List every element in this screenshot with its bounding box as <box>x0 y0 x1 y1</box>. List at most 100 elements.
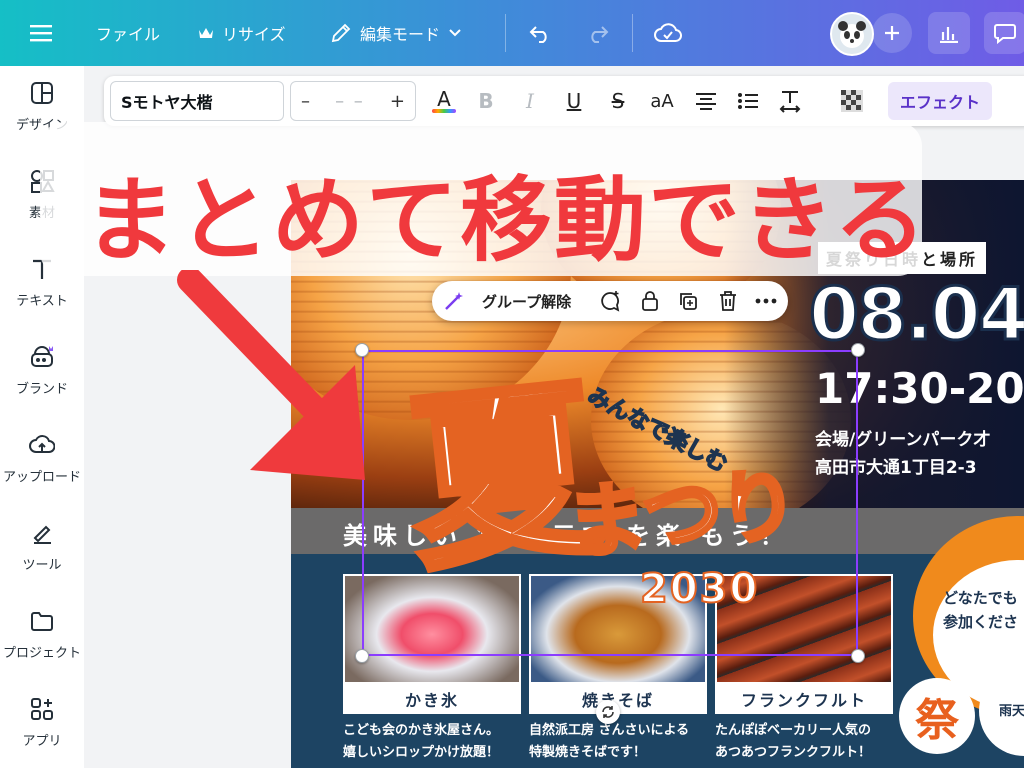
event-date: 08.04 <box>808 271 1024 358</box>
delete-button[interactable] <box>716 289 740 313</box>
description-line: あつあつフランクフルト！ <box>715 745 872 760</box>
increase-size-button[interactable]: + <box>390 91 405 112</box>
sidebar-item-label: ツール <box>22 557 62 573</box>
redo-button[interactable] <box>586 0 610 66</box>
bar-chart-icon <box>940 27 958 43</box>
rain-notice-text: 雨天 <box>999 704 1024 719</box>
resize-handle-bottom-right[interactable] <box>851 649 865 663</box>
crown-icon <box>199 28 213 38</box>
more-options-button[interactable] <box>754 289 778 313</box>
spacing-button[interactable] <box>772 76 808 126</box>
strikethrough-button[interactable]: S <box>600 76 636 126</box>
sidebar-item-projects[interactable]: プロジェクト <box>0 594 84 674</box>
sidebar-item-tools[interactable]: ツール <box>0 506 84 586</box>
invite-line: どなたでも <box>943 589 1018 607</box>
color-bar <box>432 109 456 113</box>
text-color-icon: A <box>437 87 451 111</box>
add-collaborator-button[interactable] <box>872 13 912 53</box>
sidebar-item-label: アプリ <box>22 733 62 749</box>
matsuri-seal: 祭 <box>899 678 975 754</box>
edit-mode-dropdown[interactable]: 編集モード <box>330 0 462 66</box>
description-line: 嬉しいシロップかけ放題！ <box>343 745 500 760</box>
group-selection-box[interactable] <box>362 350 858 656</box>
upload-icon <box>29 434 55 453</box>
more-dots-icon <box>755 298 777 304</box>
cloud-save-button[interactable] <box>654 0 682 66</box>
menu-button[interactable] <box>30 0 52 66</box>
font-size-value[interactable]: – – <box>335 91 365 112</box>
ungroup-button[interactable]: グループ解除 <box>482 281 571 321</box>
food-name: フランクフルト <box>715 684 893 714</box>
transparency-button[interactable] <box>834 76 870 126</box>
tools-icon <box>33 525 51 544</box>
font-family-select[interactable]: Sモトヤ大楷 <box>110 81 284 121</box>
decrease-size-button[interactable]: – <box>301 91 310 112</box>
letter-case-button[interactable]: aA <box>644 76 680 126</box>
analytics-button[interactable] <box>928 12 970 54</box>
panda-avatar-icon <box>838 21 866 48</box>
food-description: たんぽぽベーカリー人気の あつあつフランクフルト！ <box>715 720 893 764</box>
food-description: 自然派工房 さんさいによる 特製焼きそばです！ <box>529 720 707 764</box>
sidebar-item-label: テキスト <box>16 293 68 309</box>
food-name: かき氷 <box>343 684 521 714</box>
lock-button[interactable] <box>638 289 662 313</box>
file-menu-label: ファイル <box>96 25 161 44</box>
underline-button[interactable]: U <box>556 76 592 126</box>
plus-icon <box>885 26 899 40</box>
pencil-icon <box>331 23 351 43</box>
text-toolbar: Sモトヤ大楷 – – – + A B I U S aA エフェクト <box>104 76 1024 126</box>
comments-button[interactable] <box>984 12 1024 54</box>
bold-button[interactable]: B <box>468 76 504 126</box>
sidebar-item-apps[interactable]: アプリ <box>0 682 84 762</box>
hamburger-icon <box>30 25 52 42</box>
sidebar-item-upload[interactable]: アップロード <box>0 418 84 498</box>
bullet-list-icon <box>738 93 758 109</box>
annotation-arrow-icon <box>177 270 365 480</box>
undo-button[interactable] <box>528 0 552 66</box>
description-line: こども会のかき氷屋さん。 <box>343 723 500 738</box>
file-menu[interactable]: ファイル <box>96 0 160 66</box>
invite-line: 参加くださ <box>943 613 1019 631</box>
apps-icon <box>31 697 53 720</box>
align-center-icon <box>696 93 716 110</box>
effects-button[interactable]: エフェクト <box>888 82 992 120</box>
chevron-down-icon <box>449 29 461 37</box>
duplicate-icon <box>680 293 697 310</box>
sidebar-item-label: アップロード <box>2 469 81 485</box>
align-button[interactable] <box>688 76 724 126</box>
divider <box>632 14 633 52</box>
sidebar-item-label: プロジェクト <box>2 645 81 661</box>
font-size-stepper[interactable]: – – – + <box>290 81 416 121</box>
food-description: こども会のかき氷屋さん。 嬉しいシロップかけ放題！ <box>343 720 521 764</box>
comment-add-icon <box>601 291 620 312</box>
rotate-icon <box>602 706 614 718</box>
list-button[interactable] <box>730 76 766 126</box>
trash-icon <box>720 291 736 311</box>
text-color-button[interactable]: A <box>426 76 462 126</box>
edit-mode-label: 編集モード <box>360 25 441 44</box>
checkerboard-icon <box>841 90 863 112</box>
text-spacing-icon <box>779 91 801 113</box>
resize-handle-top-right[interactable] <box>851 343 865 357</box>
brand-icon <box>31 345 53 367</box>
magic-edit-button[interactable] <box>442 289 466 313</box>
add-comment-button[interactable] <box>598 289 622 313</box>
italic-button[interactable]: I <box>512 76 548 126</box>
description-line: 自然派工房 さんさいによる <box>529 723 690 738</box>
duplicate-button[interactable] <box>676 289 700 313</box>
selection-context-menu: グループ解除 <box>432 281 788 321</box>
top-bar: ファイル リサイズ 編集モード <box>0 0 1024 66</box>
description-line: 特製焼きそばです！ <box>529 745 647 760</box>
lock-icon <box>642 291 658 311</box>
resize-button[interactable]: リサイズ <box>198 0 286 66</box>
avatar[interactable] <box>830 12 874 56</box>
sidebar-item-label: ブランド <box>15 381 68 397</box>
rotate-handle[interactable] <box>596 700 620 724</box>
layout-icon <box>31 81 53 104</box>
folder-icon <box>31 611 53 631</box>
invite-text: どなたでも 参加くださ <box>943 586 1018 634</box>
sidebar-item-brand[interactable]: ブランド <box>0 330 84 410</box>
cloud-check-icon <box>654 23 682 42</box>
resize-handle-bottom-left[interactable] <box>355 649 369 663</box>
annotation-text: まとめて移動できる <box>84 167 929 274</box>
